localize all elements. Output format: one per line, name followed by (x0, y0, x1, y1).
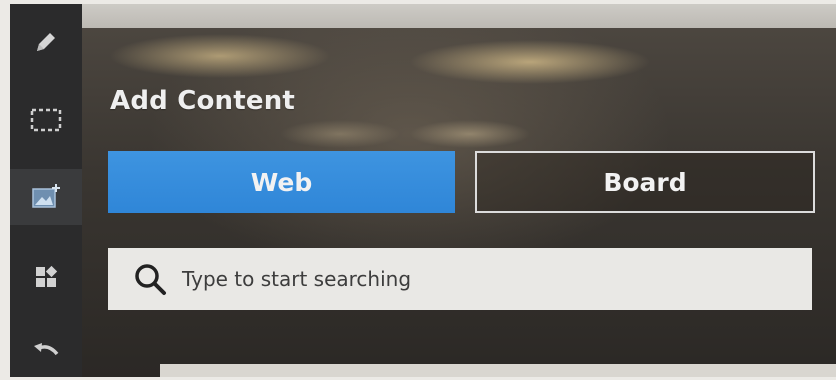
widgets-icon (36, 265, 58, 287)
top-bezel-strip (82, 4, 836, 28)
panel-title: Add Content (110, 86, 296, 116)
undo-icon (34, 343, 59, 356)
dashed-selection-icon (30, 108, 62, 132)
tab-web-label: Web (250, 167, 313, 197)
search-icon (135, 264, 166, 295)
apps-tool-button[interactable] (10, 249, 82, 305)
tab-web[interactable]: Web (108, 151, 455, 213)
bottom-bezel-strip (160, 364, 836, 377)
pencil-icon (37, 33, 55, 51)
image-add-icon (32, 184, 60, 208)
search-input[interactable]: Type to start searching (108, 248, 812, 310)
pen-tool-button[interactable] (10, 14, 82, 70)
tab-board[interactable]: Board (475, 151, 815, 213)
tool-sidebar (10, 4, 82, 377)
undo-tool-button[interactable] (10, 324, 82, 380)
search-placeholder: Type to start searching (182, 267, 412, 291)
add-image-tool-button[interactable] (10, 169, 82, 225)
tab-board-label: Board (603, 167, 687, 197)
select-tool-button[interactable] (10, 92, 82, 148)
